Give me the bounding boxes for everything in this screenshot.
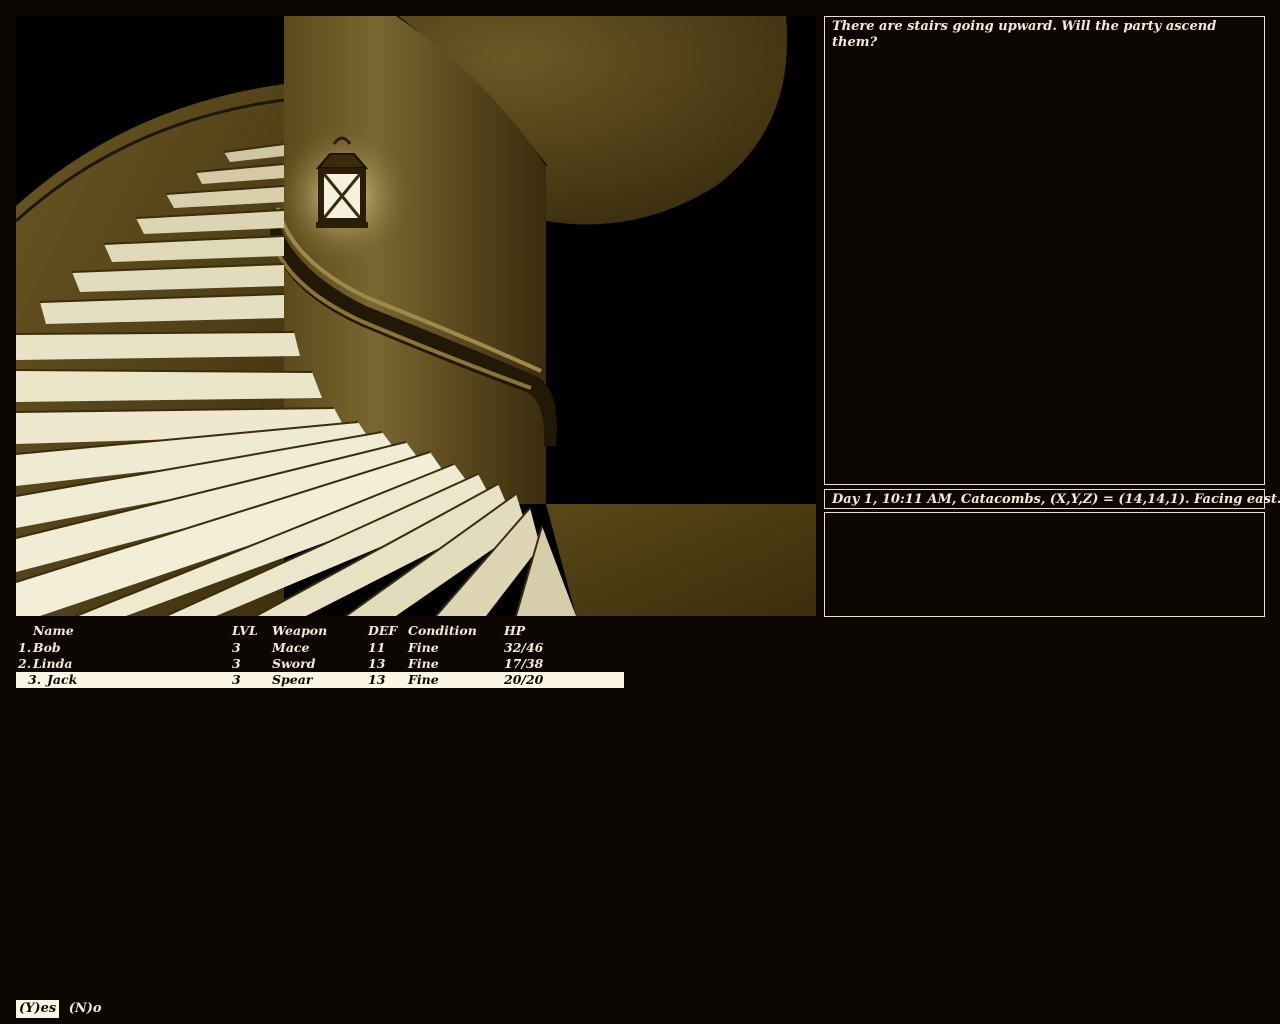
header-weapon: Weapon <box>272 623 328 638</box>
member-name: Jack <box>47 672 78 687</box>
member-weapon: Spear <box>272 672 313 687</box>
member-weapon: Sword <box>272 656 316 671</box>
party-table: Name LVL Weapon DEF Condition HP 1. Bob … <box>16 622 624 688</box>
member-lvl: 3 <box>232 672 241 687</box>
member-condition: Fine <box>408 640 439 655</box>
yes-option[interactable]: (Y)es <box>16 1000 60 1018</box>
member-lvl: 3 <box>232 640 241 655</box>
party-member-row-selected[interactable]: 3. Jack 3 Spear 13 Fine 20/20 <box>16 672 624 688</box>
member-hp: 17/38 <box>504 656 544 671</box>
member-number: 2. <box>18 656 32 671</box>
header-name: Name <box>33 623 74 638</box>
message-text: There are stairs going upward. Will the … <box>832 19 1217 50</box>
member-name: Bob <box>33 640 61 655</box>
header-condition: Condition <box>408 623 477 638</box>
party-member-row[interactable]: 2. Linda 3 Sword 13 Fine 17/38 <box>16 656 624 672</box>
header-hp: HP <box>504 623 526 638</box>
member-def: 13 <box>368 672 386 687</box>
party-table-header: Name LVL Weapon DEF Condition HP <box>16 622 624 640</box>
member-condition: Fine <box>408 672 439 687</box>
member-lvl: 3 <box>232 656 241 671</box>
message-panel: There are stairs going upward. Will the … <box>824 16 1265 485</box>
member-weapon: Mace <box>272 640 310 655</box>
prompt-bar: (Y)es (N)o <box>16 1000 107 1018</box>
member-def: 11 <box>368 640 386 655</box>
member-condition: Fine <box>408 656 439 671</box>
member-hp: 20/20 <box>504 672 544 687</box>
member-def: 13 <box>368 656 386 671</box>
spiral-staircase-scene <box>16 16 816 616</box>
member-name: Linda <box>33 656 73 671</box>
member-number: 3. <box>28 672 42 687</box>
status-text: Day 1, 10:11 AM, Catacombs, (X,Y,Z) = (1… <box>832 492 1280 507</box>
info-panel <box>824 512 1265 617</box>
status-bar: Day 1, 10:11 AM, Catacombs, (X,Y,Z) = (1… <box>824 489 1280 509</box>
dungeon-viewport <box>16 16 816 616</box>
no-option[interactable]: (N)o <box>66 1000 105 1018</box>
member-number: 1. <box>18 640 32 655</box>
header-lvl: LVL <box>232 623 258 638</box>
member-hp: 32/46 <box>504 640 544 655</box>
party-member-row[interactable]: 1. Bob 3 Mace 11 Fine 32/46 <box>16 640 624 656</box>
header-def: DEF <box>368 623 398 638</box>
